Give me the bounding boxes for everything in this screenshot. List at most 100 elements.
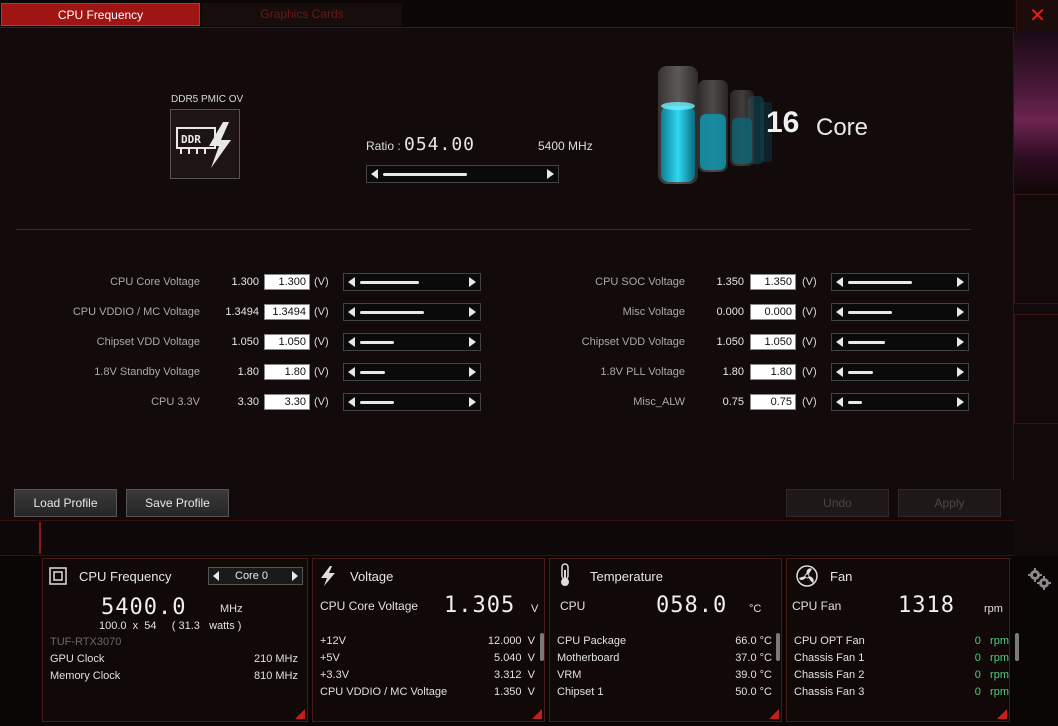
- voltage-input[interactable]: 0.000: [750, 304, 796, 320]
- voltage-current-value: 1.050: [231, 336, 259, 348]
- voltage-input[interactable]: 1.80: [750, 364, 796, 380]
- slider-left-arrow[interactable]: [348, 367, 355, 377]
- voltage-input[interactable]: 1.3494: [264, 304, 310, 320]
- undo-button[interactable]: Undo: [786, 489, 889, 517]
- slider-track[interactable]: [360, 401, 394, 404]
- monitor-row-value: 39.0 °C: [735, 669, 772, 681]
- voltage-slider[interactable]: [343, 393, 481, 411]
- voltage-slider[interactable]: [343, 273, 481, 291]
- voltage-input[interactable]: 1.050: [264, 334, 310, 350]
- close-icon: ✕: [1029, 5, 1046, 27]
- slider-right-arrow[interactable]: [547, 169, 554, 179]
- close-button[interactable]: ✕: [1016, 0, 1058, 32]
- slider-right-arrow[interactable]: [957, 337, 964, 347]
- temperature-card: Temperature CPU 058.0 °C CPU Package 66.0…: [549, 558, 782, 722]
- voltage-slider[interactable]: [831, 333, 969, 351]
- voltage-current-value: 1.350: [716, 276, 744, 288]
- slider-left-arrow[interactable]: [836, 277, 843, 287]
- voltage-input[interactable]: 1.350: [750, 274, 796, 290]
- voltage-current-value: 0.75: [722, 396, 744, 408]
- slider-right-arrow[interactable]: [957, 307, 964, 317]
- ddr5-pmic-ov-button[interactable]: DDR: [170, 109, 240, 179]
- voltage-input[interactable]: 1.050: [750, 334, 796, 350]
- slider-right-arrow[interactable]: [469, 397, 476, 407]
- voltage-scrollbar[interactable]: [540, 633, 544, 661]
- core-next-arrow[interactable]: [292, 571, 298, 581]
- voltage-slider[interactable]: [831, 273, 969, 291]
- slider-right-arrow[interactable]: [957, 277, 964, 287]
- expand-corner-icon[interactable]: [769, 709, 779, 719]
- cpu-frequency-card: CPU Frequency Core 0 5400.0 MHz 100.0 x …: [42, 558, 308, 722]
- fan-scrollbar[interactable]: [1015, 633, 1019, 661]
- voltage-input[interactable]: 1.300: [264, 274, 310, 290]
- voltage-slider[interactable]: [831, 303, 969, 321]
- monitor-row-value: 0 rpm: [974, 652, 1009, 664]
- slider-right-arrow[interactable]: [469, 337, 476, 347]
- slider-left-arrow[interactable]: [836, 307, 843, 317]
- core-prev-arrow[interactable]: [213, 571, 219, 581]
- slider-track[interactable]: [360, 311, 424, 314]
- slider-right-arrow[interactable]: [957, 397, 964, 407]
- slider-left-arrow[interactable]: [348, 277, 355, 287]
- temperature-scrollbar[interactable]: [776, 633, 780, 661]
- expand-corner-icon[interactable]: [295, 709, 305, 719]
- slider-right-arrow[interactable]: [957, 367, 964, 377]
- slider-left-arrow[interactable]: [348, 337, 355, 347]
- slider-left-arrow[interactable]: [348, 307, 355, 317]
- monitor-row-label: CPU OPT Fan: [794, 635, 865, 647]
- save-profile-button[interactable]: Save Profile: [126, 489, 229, 517]
- slider-track[interactable]: [360, 341, 394, 344]
- slider-track[interactable]: [848, 281, 912, 284]
- slider-right-arrow[interactable]: [469, 277, 476, 287]
- voltage-title: Voltage: [350, 569, 394, 584]
- tab-bar: CPU Frequency Graphics Cards: [0, 0, 1014, 28]
- voltage-slider[interactable]: [831, 363, 969, 381]
- monitor-row-label: CPU VDDIO / MC Voltage: [320, 686, 448, 698]
- voltage-main-unit: V: [531, 603, 539, 615]
- voltage-slider[interactable]: [343, 333, 481, 351]
- monitor-row-label: Chassis Fan 2: [794, 669, 865, 681]
- voltage-slider[interactable]: [831, 393, 969, 411]
- settings-gear-icon[interactable]: [1026, 566, 1052, 592]
- core-select[interactable]: Core 0: [208, 567, 303, 585]
- slider-right-arrow[interactable]: [469, 307, 476, 317]
- slider-left-arrow[interactable]: [836, 337, 843, 347]
- fan-main-label: CPU Fan: [792, 599, 842, 613]
- monitor-row-value: 50.0 °C: [735, 686, 772, 698]
- ratio-slider[interactable]: [366, 165, 559, 183]
- expand-corner-icon[interactable]: [532, 709, 542, 719]
- voltage-input[interactable]: 1.80: [264, 364, 310, 380]
- voltage-current-value: 1.80: [237, 366, 259, 378]
- main-panel: [0, 28, 1014, 480]
- slider-left-arrow[interactable]: [836, 367, 843, 377]
- tab-cpu-frequency[interactable]: CPU Frequency: [1, 3, 200, 26]
- voltage-input[interactable]: 0.75: [750, 394, 796, 410]
- slider-track[interactable]: [360, 281, 419, 284]
- slider-left-arrow[interactable]: [371, 169, 378, 179]
- apply-button[interactable]: Apply: [898, 489, 1001, 517]
- slider-left-arrow[interactable]: [348, 397, 355, 407]
- slider-track[interactable]: [360, 371, 385, 374]
- gpu-name: TUF-RTX3070: [50, 636, 122, 648]
- tab-graphics-cards[interactable]: Graphics Cards: [202, 3, 402, 26]
- slider-track[interactable]: [383, 173, 467, 176]
- voltage-slider[interactable]: [343, 363, 481, 381]
- core-cylinders-graphic: [658, 66, 772, 184]
- slider-track[interactable]: [848, 371, 873, 374]
- slider-right-arrow[interactable]: [469, 367, 476, 377]
- lightning-icon: [321, 566, 335, 586]
- voltage-unit: (V): [314, 366, 329, 378]
- voltage-current-value: 1.80: [722, 366, 744, 378]
- voltage-input[interactable]: 3.30: [264, 394, 310, 410]
- monitor-row-value: 3.312 V: [494, 669, 535, 681]
- voltage-label: 1.8V PLL Voltage: [600, 366, 685, 378]
- voltage-slider[interactable]: [343, 303, 481, 321]
- expand-corner-icon[interactable]: [997, 709, 1007, 719]
- slider-track[interactable]: [848, 311, 892, 314]
- load-profile-button[interactable]: Load Profile: [14, 489, 117, 517]
- slider-left-arrow[interactable]: [836, 397, 843, 407]
- monitor-row-label: Chassis Fan 1: [794, 652, 865, 664]
- monitor-row-value: 12.000 V: [487, 635, 535, 647]
- slider-track[interactable]: [848, 401, 862, 404]
- slider-track[interactable]: [848, 341, 885, 344]
